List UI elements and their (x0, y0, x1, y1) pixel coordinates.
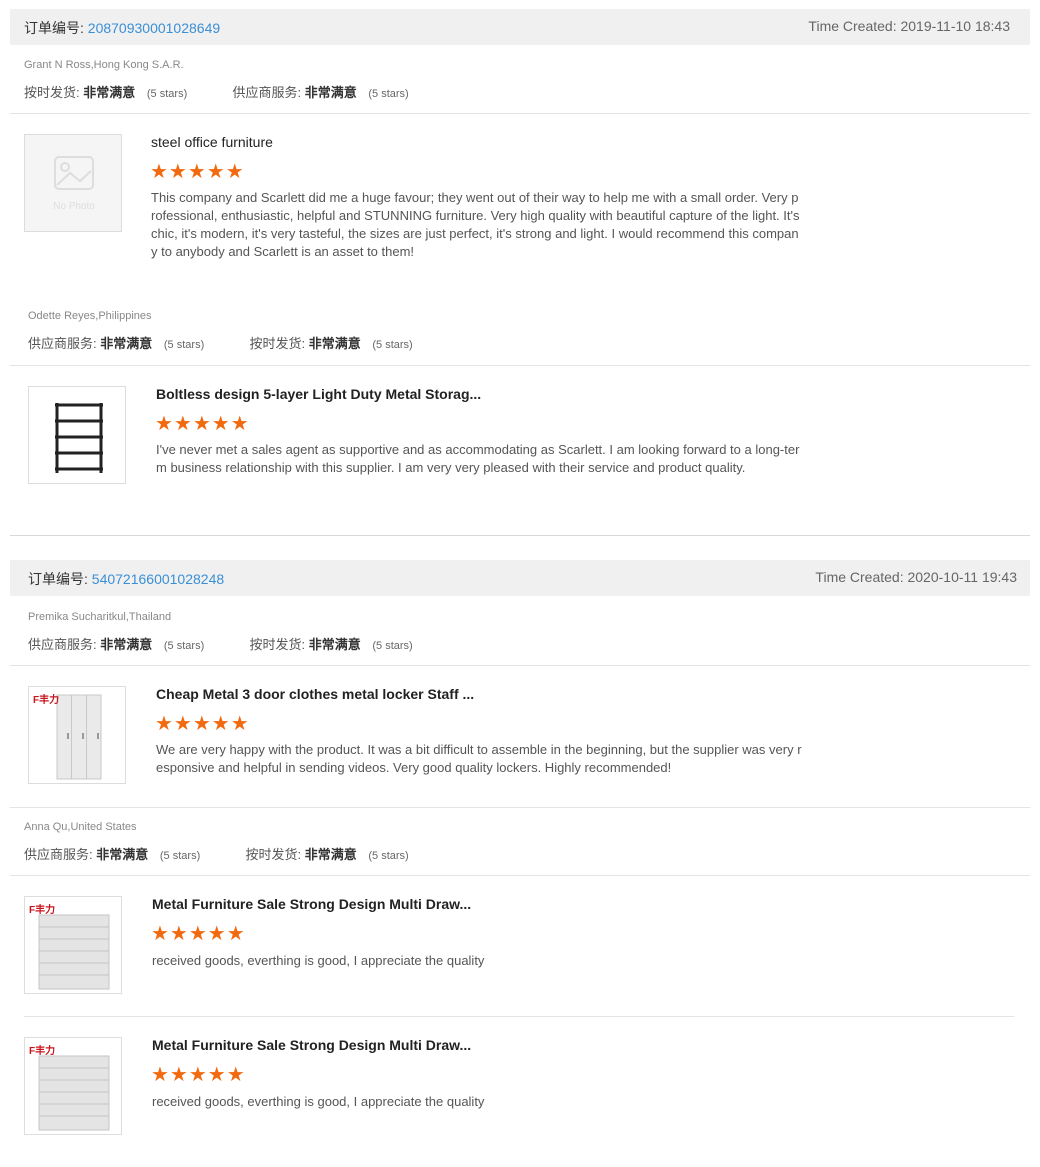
divider (24, 1016, 1014, 1017)
rating-stars-text: (5 stars) (372, 339, 413, 351)
review-text: This company and Scarlett did me a huge … (151, 190, 800, 259)
product-thumbnail[interactable]: F丰力 (28, 686, 126, 784)
star-rating: ★★★★★ (150, 161, 245, 183)
rating-row: 按时发货: 非常满意 (5 stars) 供应商服务: 非常满意 (5 star… (24, 82, 409, 101)
rating-stars-text: (5 stars) (163, 339, 205, 351)
product-title[interactable]: Boltless design 5-layer Light Duty Metal… (156, 386, 481, 402)
shelf-icon (55, 403, 103, 473)
rating-label: 按时发货: (249, 336, 306, 351)
rating-label: 供应商服务: (232, 85, 302, 100)
rating-value: 非常满意 (308, 336, 361, 351)
image-placeholder-icon (54, 156, 94, 190)
rating-stars-text: (5 stars) (159, 850, 201, 862)
buyer-name: Odette Reyes,Philippines (28, 310, 152, 322)
order-number-label: 订单编号: (24, 20, 84, 36)
rating-stars-text: (5 stars) (368, 850, 409, 862)
rating-stars-text: (5 stars) (368, 88, 409, 100)
order-number-link[interactable]: 54072166001028248 (92, 571, 224, 587)
rating-value: 非常满意 (83, 85, 136, 100)
product-title[interactable]: Cheap Metal 3 door clothes metal locker … (156, 686, 474, 702)
time-created: Time Created: 2019-11-10 18:43 (808, 18, 1010, 34)
review-text: I've never met a sales agent as supporti… (156, 442, 800, 475)
product-thumbnail[interactable]: F丰力 (24, 1037, 122, 1135)
rating-value: 非常满意 (304, 85, 357, 100)
star-rating: ★★★★★ (151, 1064, 246, 1086)
buyer-name: Grant N Ross,Hong Kong S.A.R. (24, 59, 184, 71)
no-photo-text: No Photo (53, 201, 95, 212)
brand-logo: F丰力 (29, 1046, 56, 1057)
order-header: 订单编号: 20870930001028649 Time Created: 20… (10, 9, 1030, 45)
divider (10, 875, 1030, 876)
rating-value: 非常满意 (308, 637, 361, 652)
rating-label: 供应商服务: (28, 336, 97, 351)
product-thumbnail[interactable]: F丰力 (24, 896, 122, 994)
star-rating: ★★★★★ (155, 413, 250, 435)
brand-logo: F丰力 (29, 905, 56, 916)
rating-value: 非常满意 (304, 847, 357, 862)
divider (10, 365, 1030, 366)
order-number-link[interactable]: 20870930001028649 (88, 20, 220, 36)
review-text: We are very happy with the product. It w… (156, 742, 802, 775)
rating-value: 非常满意 (100, 637, 153, 652)
rating-stars-text: (5 stars) (146, 88, 188, 100)
divider (10, 807, 1030, 808)
rating-row: 供应商服务: 非常满意 (5 stars) 按时发货: 非常满意 (5 star… (24, 844, 409, 863)
star-rating: ★★★★★ (155, 713, 250, 735)
product-title[interactable]: Metal Furniture Sale Strong Design Multi… (152, 896, 471, 912)
order-number-label: 订单编号: (28, 571, 88, 587)
review-text: received goods, everthing is good, I app… (152, 953, 485, 968)
rating-label: 按时发货: (245, 847, 302, 862)
order-header: 订单编号: 54072166001028248 Time Created: 20… (10, 560, 1030, 596)
divider (10, 113, 1030, 114)
product-thumbnail[interactable] (28, 386, 126, 484)
rating-stars-text: (5 stars) (372, 640, 413, 652)
product-thumbnail[interactable]: No Photo (24, 134, 122, 232)
brand-logo: F丰力 (33, 695, 60, 706)
buyer-name: Premika Sucharitkul,Thailand (28, 611, 172, 623)
divider (10, 665, 1030, 666)
star-rating: ★★★★★ (151, 923, 246, 945)
time-created: Time Created: 2020-10-11 19:43 (815, 569, 1017, 585)
rating-label: 按时发货: (24, 85, 80, 100)
product-title[interactable]: Metal Furniture Sale Strong Design Multi… (152, 1037, 471, 1053)
rating-value: 非常满意 (96, 847, 149, 862)
rating-value: 非常满意 (100, 336, 153, 351)
rating-label: 供应商服务: (28, 637, 97, 652)
rating-label: 按时发货: (249, 637, 306, 652)
rating-stars-text: (5 stars) (163, 640, 205, 652)
review-text: received goods, everthing is good, I app… (152, 1094, 485, 1109)
product-title[interactable]: steel office furniture (151, 134, 273, 150)
buyer-name: Anna Qu,United States (24, 821, 137, 833)
rating-row: 供应商服务: 非常满意 (5 stars) 按时发货: 非常满意 (5 star… (28, 634, 413, 653)
rating-label: 供应商服务: (24, 847, 93, 862)
order-divider (10, 535, 1030, 536)
rating-row: 供应商服务: 非常满意 (5 stars) 按时发货: 非常满意 (5 star… (28, 333, 413, 352)
